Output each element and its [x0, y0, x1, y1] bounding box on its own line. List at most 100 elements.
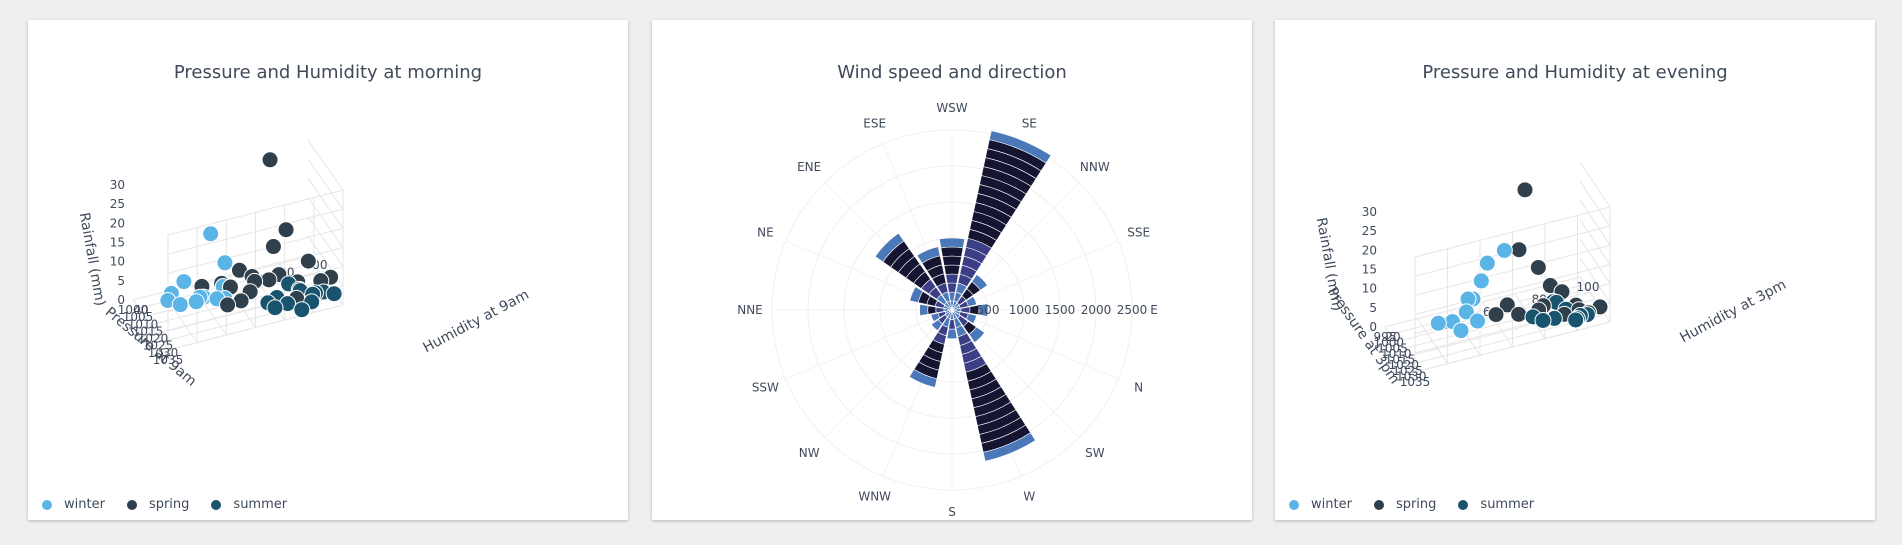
point-winter [202, 225, 220, 243]
point-summer [1534, 311, 1552, 329]
z-tick-label: 30 [110, 178, 125, 192]
z-tick-label: 10 [110, 255, 125, 269]
x-axis-label: Humidity at 9am [420, 287, 531, 356]
legend-item-summer[interactable]: summer [1458, 497, 1534, 512]
point-spring [1510, 305, 1528, 323]
direction-label: E [1150, 303, 1158, 317]
z-tick-label: 20 [110, 216, 125, 230]
grid-line [1579, 161, 1611, 208]
point-winter [175, 273, 193, 291]
legend-swatch [1373, 499, 1384, 510]
legend-label: summer [1480, 497, 1535, 512]
bar-segment-nne [927, 305, 937, 315]
grid-line [1579, 180, 1611, 227]
legend-item-winter[interactable]: winter [42, 497, 105, 512]
point-spring [299, 252, 317, 270]
point-summer [325, 285, 343, 303]
radial-tick-label: 2500 [1117, 303, 1148, 317]
legend-item-spring[interactable]: spring [126, 497, 190, 512]
legend-label: winter [1311, 497, 1352, 512]
point-spring [264, 238, 282, 256]
z-tick-label: 25 [110, 197, 125, 211]
legend-label: spring [148, 497, 190, 512]
polar-area: WSW SE NNW SSE E N SW W S WNW NW SSW NNE NE ENE ESE 500 1… [737, 101, 1158, 519]
direction-label: SE [1022, 116, 1037, 130]
direction-label: SSE [1127, 226, 1150, 240]
chart-title: Pressure and Humidity at evening [1422, 62, 1727, 83]
chart-title: Wind speed and direction [837, 62, 1067, 83]
wind-rose-chart: Wind speed and direction WSWSENNWSSEENSW… [737, 62, 1158, 519]
legend-label: spring [1395, 497, 1437, 512]
bar-segment-wsw [946, 282, 958, 293]
bar-segment-wsw [945, 273, 959, 284]
evening-scatter-panel: Pressure and Humidity at evening 0 5 10 15 2… [1275, 20, 1875, 520]
direction-label: NNW [1080, 160, 1110, 174]
bar-segment-wsw [943, 264, 961, 275]
grid-line [307, 139, 344, 191]
point-summer [293, 301, 311, 319]
legend-swatch [126, 499, 137, 510]
direction-label: ESE [863, 116, 886, 130]
grid-line [1579, 219, 1611, 265]
legend-label: summer [233, 497, 288, 512]
radial-tick-label: 1500 [1045, 303, 1076, 317]
legend-item-summer[interactable]: summer [211, 497, 287, 512]
legend[interactable]: winter spring summer [42, 497, 287, 512]
grid-line [307, 178, 344, 229]
x-tick-label: 40 [133, 303, 148, 317]
point-winter [1472, 272, 1490, 290]
legend[interactable]: winter spring summer [1289, 497, 1534, 512]
legend-item-spring[interactable]: spring [1373, 497, 1437, 512]
direction-label: W [1023, 490, 1035, 504]
point-winter [1429, 314, 1447, 332]
bar-segment-s [946, 328, 958, 340]
point-winter [187, 293, 205, 311]
radial-tick-label: 1000 [1009, 303, 1040, 317]
grid-line [307, 158, 344, 210]
z-tick-label: 30 [1362, 205, 1377, 219]
z-tick-label: 20 [1362, 243, 1377, 257]
chart-title: Pressure and Humidity at morning [174, 62, 482, 83]
point-winter [216, 254, 234, 272]
direction-label: NW [799, 446, 820, 460]
y-tick-label: 1035 [1400, 375, 1431, 389]
direction-label: WNW [858, 490, 891, 504]
x-tick-label: 100 [1577, 280, 1600, 294]
point-winter [1469, 312, 1486, 330]
point-winter [171, 296, 189, 314]
point-summer [1567, 311, 1585, 329]
direction-label: ENE [797, 160, 821, 174]
evening-scatter-chart: Pressure and Humidity at evening 0510152… [1313, 62, 1789, 389]
direction-label: NNE [737, 303, 763, 317]
z-tick-label: 15 [1362, 263, 1377, 277]
direction-label: SW [1085, 446, 1105, 460]
point-spring [277, 221, 295, 239]
direction-label: SSW [752, 380, 779, 394]
point-winter [1478, 254, 1496, 272]
x-tick-label: 20 [1385, 330, 1400, 344]
z-tick-label: 5 [1369, 301, 1377, 315]
grid-line [1579, 238, 1611, 284]
plot-area: 0510152025309951000100510101015102010251… [1313, 161, 1789, 389]
direction-label: S [948, 505, 956, 519]
z-tick-label: 10 [1362, 282, 1377, 296]
point-summer [266, 299, 284, 317]
legend-item-winter[interactable]: winter [1289, 497, 1352, 512]
point-winter [1495, 242, 1513, 259]
bar-segment-nne [919, 303, 929, 317]
point-spring [261, 151, 279, 169]
point-spring [260, 271, 278, 289]
x-axis-label: Humidity at 3pm [1677, 277, 1789, 346]
point-spring [1487, 306, 1505, 324]
bar-segment-wsw [940, 246, 964, 258]
direction-label: WSW [936, 101, 967, 115]
legend-swatch [42, 499, 52, 510]
morning-scatter-panel: Pressure and Humidity at morning 0 5 10 15 2… [28, 20, 628, 520]
plot-area: 0510152025301000100510101015102010251030… [76, 139, 532, 390]
grid-line [307, 197, 344, 248]
z-tick-label: 25 [1362, 224, 1377, 238]
radial-tick-label: 2000 [1081, 303, 1112, 317]
point-spring [1516, 181, 1534, 199]
point-spring [219, 296, 237, 314]
point-spring [1529, 258, 1547, 276]
